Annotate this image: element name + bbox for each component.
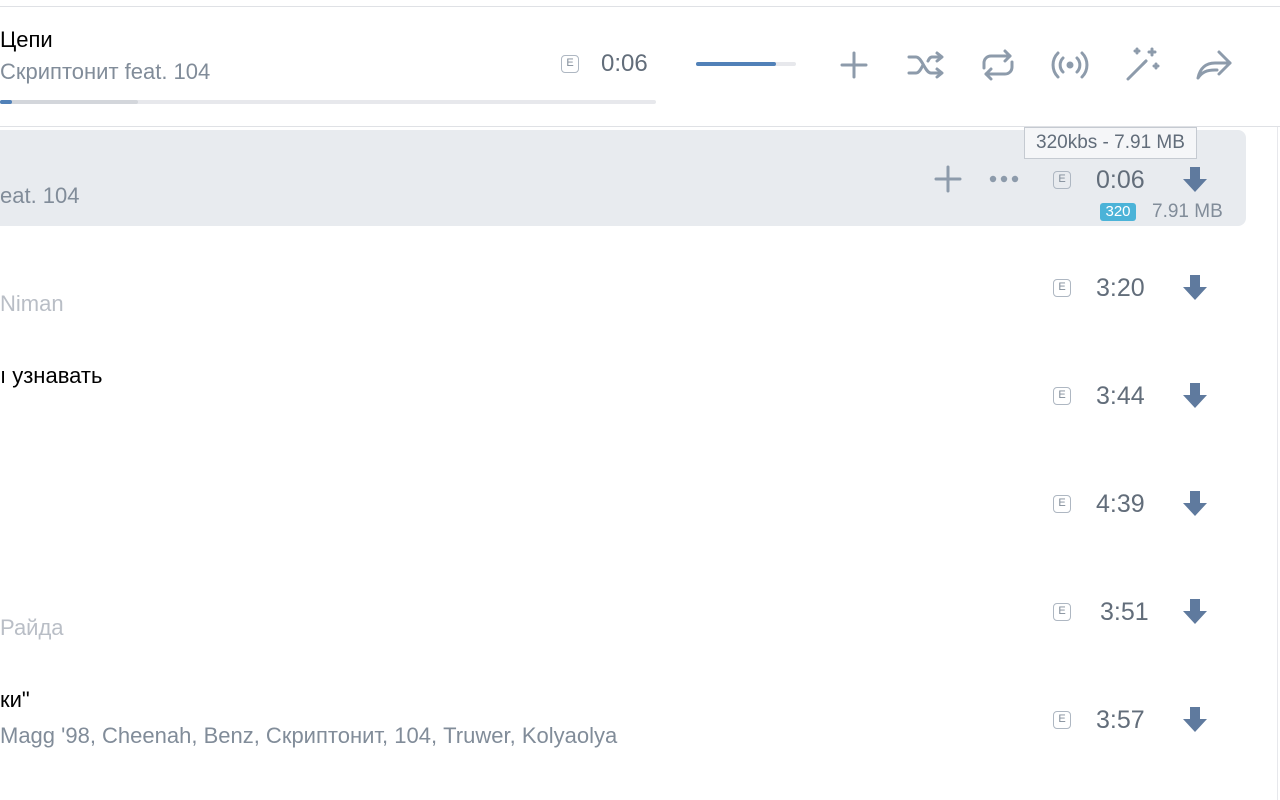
track-duration: 3:57 [1096,706,1145,734]
explicit-icon: E [561,55,579,73]
bitrate-tooltip: 320kbs - 7.91 MB [1024,127,1197,159]
plus-icon [934,165,962,193]
track-row[interactable]: ı узнавать E 3:44 [0,346,1246,442]
buffered-fill [0,100,138,104]
broadcast-icon [1051,51,1089,79]
download-arrow-icon [1183,275,1207,300]
explicit-icon: E [1053,711,1071,729]
track-artist[interactable]: Райда [0,615,64,641]
broadcast-button[interactable] [1047,42,1093,88]
track-duration: 3:44 [1096,382,1145,410]
track-row[interactable]: Райда E 3:51 [0,562,1246,658]
download-button[interactable] [1180,164,1210,194]
now-playing-artist[interactable]: Скриптонит feat. 104 [0,59,210,85]
explicit-icon: E [1053,387,1071,405]
track-duration: 3:20 [1096,274,1145,302]
download-arrow-icon [1183,707,1207,732]
explicit-icon: E [1053,603,1071,621]
now-playing-time: 0:06 [601,50,648,77]
track-duration: 0:06 [1096,166,1145,194]
shuffle-button[interactable] [903,42,949,88]
track-row[interactable]: E 4:39 [0,454,1246,550]
explicit-icon: E [1053,171,1071,189]
repeat-icon [982,49,1014,81]
download-button[interactable] [1180,488,1210,518]
download-button[interactable] [1180,596,1210,626]
download-arrow-icon [1183,491,1207,516]
now-playing-title[interactable]: Цепи [0,27,53,53]
download-arrow-icon [1183,167,1207,192]
volume-fill [696,62,776,66]
download-arrow-icon [1183,599,1207,624]
player-bar: Цепи Скриптонит feat. 104 E 0:06 [0,7,1280,126]
right-border [1277,127,1278,800]
track-artist[interactable]: Magg '98, Cheenah, Benz, Скриптонит, 104… [0,723,617,749]
share-button[interactable] [1191,42,1237,88]
shuffle-icon [907,51,944,79]
more-options-button[interactable] [984,159,1024,199]
download-button[interactable] [1180,380,1210,410]
track-title[interactable]: ки" [0,687,30,713]
volume-slider[interactable] [696,62,796,66]
add-track-button[interactable] [928,159,968,199]
download-arrow-icon [1183,383,1207,408]
track-title[interactable]: ı узнавать [0,363,102,389]
track-row[interactable]: ки" Magg '98, Cheenah, Benz, Скриптонит,… [0,670,1246,766]
explicit-icon: E [1053,279,1071,297]
share-icon [1196,50,1232,80]
more-dots-icon [989,175,1019,183]
quality-badge: 320 [1100,203,1136,221]
repeat-button[interactable] [975,42,1021,88]
file-size: 7.91 MB [1152,201,1223,222]
download-button[interactable] [1180,272,1210,302]
track-row[interactable]: Niman E 3:20 [0,238,1246,334]
magic-wand-icon [1126,47,1160,81]
track-duration: 3:51 [1100,598,1149,626]
track-artist[interactable]: eat. 104 [0,183,80,209]
explicit-icon: E [1053,495,1071,513]
download-button[interactable] [1180,704,1210,734]
plus-icon [840,51,868,79]
progress-fill [0,100,12,104]
playback-progress-bar[interactable] [0,100,656,104]
add-to-library-button[interactable] [831,42,877,88]
track-artist[interactable]: Niman [0,291,64,317]
track-duration: 4:39 [1096,490,1145,518]
magic-wand-button[interactable] [1119,42,1165,88]
